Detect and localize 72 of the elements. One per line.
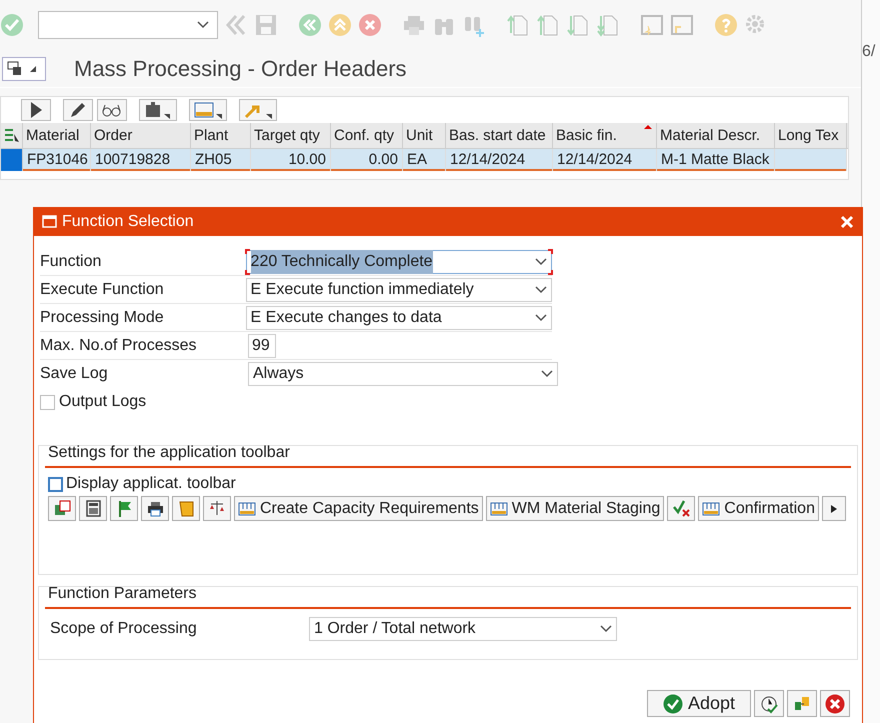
layout-icon[interactable] (702, 500, 720, 518)
chevron-down-icon[interactable] (535, 286, 547, 294)
calculator-button[interactable] (79, 496, 107, 521)
clock-check-icon[interactable] (759, 694, 779, 714)
table-cell-text: 12/14/2024 (557, 150, 632, 170)
check-icon[interactable] (662, 694, 683, 714)
chevron-down-icon[interactable] (541, 370, 553, 378)
check-cross-button[interactable] (667, 496, 696, 521)
triangle-right-icon[interactable] (830, 504, 838, 514)
field-label: Scope of Processing (50, 619, 198, 639)
printer-button[interactable] (141, 496, 169, 521)
table-cell-text: 0.00 (368, 150, 398, 170)
table-cell-text: 10.00 (288, 150, 326, 170)
field-label: Function (40, 252, 102, 272)
page-title: Mass Processing - Order Headers (74, 55, 407, 83)
folder-icon[interactable] (176, 499, 196, 518)
toolbar-button[interactable]: Create Capacity Requirements (234, 496, 483, 521)
command-field[interactable] (38, 11, 218, 39)
chevron-down-icon[interactable] (197, 21, 209, 29)
dropdown-field[interactable]: 1 Order / Total network (309, 617, 617, 641)
clock-check-button[interactable] (754, 690, 784, 717)
window-icon[interactable] (42, 215, 58, 229)
more-button[interactable] (822, 496, 846, 521)
folder-button[interactable] (172, 496, 200, 521)
group-title: Settings for the application toolbar (45, 446, 851, 468)
dropdown-field[interactable]: E Execute changes to data (246, 306, 552, 330)
calendar-button[interactable] (48, 496, 76, 521)
dropdown-field[interactable]: Always (248, 362, 558, 386)
calendar-icon[interactable] (52, 499, 72, 518)
checkbox[interactable] (48, 476, 63, 492)
field-label: Processing Mode (40, 308, 165, 328)
field-label: Execute Function (40, 280, 165, 300)
table-cell-text: EA (407, 150, 428, 170)
printer-icon[interactable] (146, 499, 164, 518)
scale-icon[interactable] (208, 499, 226, 518)
field-label: Max. No.of Processes (40, 336, 198, 356)
dropdown-field[interactable]: 220 Technically Complete (246, 250, 552, 274)
transfer-button[interactable] (787, 690, 817, 717)
dropdown-field[interactable]: E Execute function immediately (246, 278, 552, 302)
table-cell-text: ZH05 (195, 150, 232, 170)
flag-button[interactable] (110, 496, 138, 521)
toolbar-button[interactable]: WM Material Staging (486, 496, 664, 521)
check-icon[interactable] (0, 13, 24, 37)
cancel-button[interactable] (820, 690, 850, 717)
toolbar-button[interactable]: Confirmation (698, 496, 819, 521)
checkbox-label: Display applicat. toolbar (66, 474, 236, 494)
chevron-down-icon[interactable] (535, 314, 547, 322)
cancel-icon[interactable] (825, 694, 845, 714)
triangle-icon (29, 64, 37, 72)
background-window-text: 6/ (862, 43, 876, 60)
chevron-down-icon[interactable] (535, 258, 547, 266)
menu-button[interactable] (2, 56, 46, 80)
scale-button[interactable] (203, 496, 231, 521)
check-cross-icon[interactable] (672, 499, 691, 518)
layout-icon[interactable] (490, 500, 508, 518)
chevron-down-icon[interactable] (600, 625, 612, 633)
dialog-title: Function Selection (62, 212, 194, 232)
close-icon[interactable] (840, 215, 854, 229)
table-cell-text: FP31046 (27, 150, 88, 170)
layout-icon[interactable] (238, 500, 256, 518)
table-cell-text: M-1 Matte Black (661, 150, 770, 170)
checkbox-label: Output Logs (59, 392, 146, 412)
adopt-button[interactable]: Adopt (647, 690, 751, 717)
row-selector[interactable] (1, 149, 23, 171)
field-label: Save Log (40, 364, 109, 384)
table-cell-text: 100719828 (95, 150, 170, 170)
calculator-icon[interactable] (84, 499, 102, 518)
table-cell-text: 12/14/2024 (450, 150, 526, 170)
checkbox[interactable] (40, 394, 55, 410)
group-title: Function Parameters (45, 587, 851, 609)
column-layout-icon[interactable] (4, 128, 20, 144)
input-field[interactable]: 99 (248, 334, 276, 358)
